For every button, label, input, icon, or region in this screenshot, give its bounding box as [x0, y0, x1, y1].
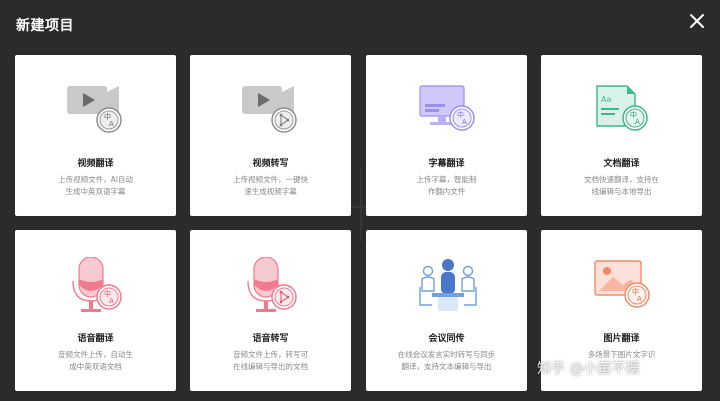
card-description-line: 上传视频文件，一键快 [233, 175, 308, 184]
video-translate-icon: 中 A [67, 86, 122, 133]
card-title: 视频翻译 [77, 159, 114, 169]
card-audio-transcribe[interactable]: 语音转写 音频文件上传，转写可 在线编辑与导出的文档 [190, 230, 351, 391]
card-description: 在线会议发言实时转写与同步 翻译，支持文本编辑与导出 [376, 349, 517, 373]
aa-badge-text: Aa [601, 95, 611, 104]
card-description: 上传视频文件，一键快 速生成视频字幕 [200, 174, 341, 198]
card-subtitle-translate[interactable]: 中 A 字幕翻译 上传字幕，智能制 作翻内文件 [366, 55, 527, 216]
close-icon[interactable] [688, 12, 706, 30]
card-title: 字幕翻译 [428, 159, 465, 169]
card-description-line: 翻译，支持文本编辑与导出 [401, 362, 492, 371]
card-meeting-interpret[interactable]: 会议同传 在线会议发言实时转写与同步 翻译，支持文本编辑与导出 [366, 230, 527, 391]
card-description-line: 音频文件上传，自动生 [58, 350, 133, 359]
card-description-line: 在线编辑与导出的文档 [233, 362, 308, 371]
image-translate-icon: 中 A [594, 260, 650, 308]
a-badge-text: A [462, 118, 467, 126]
card-title: 语音转写 [252, 334, 289, 344]
audio-translate-icon: 中 A [72, 257, 122, 312]
card-description: 上传字幕，智能制 作翻内文件 [376, 174, 517, 198]
card-title: 语音翻译 [77, 334, 114, 344]
card-description-line: 音频文件上传，转写可 [233, 350, 308, 359]
card-description: 音频文件上传，转写可 在线编辑与导出的文档 [200, 349, 341, 373]
card-description-line: 生成中英双语字幕 [65, 187, 126, 196]
dialog-title: 新建项目 [16, 18, 74, 34]
watermark-text: 知乎 @小董不摆 [537, 361, 640, 377]
card-title: 文档翻译 [603, 159, 640, 169]
card-video-transcribe[interactable]: 视频转写 上传视频文件，一键快 速生成视频字幕 [190, 55, 351, 216]
card-description-line: 作翻内文件 [427, 187, 466, 196]
card-description-line: 上传字幕，智能制 [416, 175, 477, 184]
card-description-line: 文档快速翻译，支持在 [584, 175, 659, 184]
meeting-icon [419, 259, 477, 311]
card-video-translate[interactable]: 中 A 视频翻译 上传视频文件，AI自动 生成中英双语字幕 [15, 55, 176, 216]
card-description-line: 上传视频文件，AI自动 [58, 175, 133, 184]
card-description: 上传视频文件，AI自动 生成中英双语字幕 [25, 174, 166, 198]
a-badge-text: A [637, 295, 642, 303]
a-badge-text: A [635, 118, 640, 126]
card-title: 视频转写 [252, 159, 289, 169]
a-badge-text: A [109, 120, 114, 128]
card-description: 音频文件上传，自动生 成中英双语文档 [25, 349, 166, 373]
document-translate-icon: Aa 中 A [596, 85, 648, 131]
card-document-translate[interactable]: Aa 中 A 文档翻译 文档快速翻译，支持在 线编辑与本地导出 [541, 55, 702, 216]
video-transcribe-icon [242, 86, 297, 133]
card-description-line: 成中英双语文档 [69, 362, 122, 371]
card-description: 文档快速翻译，支持在 线编辑与本地导出 [551, 174, 692, 198]
a-badge-text: A [109, 297, 114, 305]
audio-transcribe-icon [247, 257, 297, 312]
card-title: 会议同传 [428, 334, 465, 344]
card-description-line: 在线会议发言实时转写与同步 [397, 350, 496, 359]
card-title: 图片翻译 [603, 334, 640, 344]
subtitle-translate-icon: 中 A [419, 85, 475, 131]
card-audio-translate[interactable]: 中 A 语音翻译 音频文件上传，自动生 成中英双语文档 [15, 230, 176, 391]
card-description-line: 线编辑与本地导出 [591, 187, 652, 196]
card-description-line: 速生成视频字幕 [244, 187, 297, 196]
